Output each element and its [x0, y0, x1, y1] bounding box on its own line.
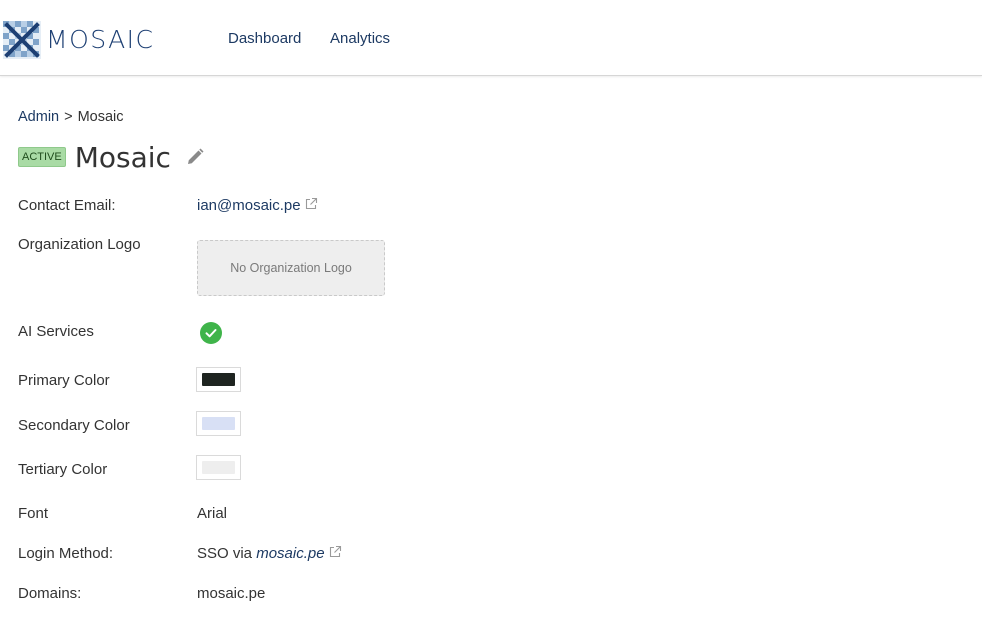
external-link-icon[interactable] — [304, 197, 318, 211]
tertiary-color-fill — [202, 461, 235, 474]
domains-value: mosaic.pe — [197, 585, 266, 602]
pencil-icon[interactable] — [185, 147, 205, 167]
mosaic-logo-icon — [3, 21, 41, 59]
contact-email-link[interactable]: ian@mosaic.pe — [197, 197, 301, 214]
ai-services-label: AI Services — [18, 323, 94, 340]
primary-color-swatch[interactable] — [196, 367, 241, 392]
breadcrumb-admin-link[interactable]: Admin — [18, 109, 59, 125]
login-method-prefix: SSO via — [197, 545, 253, 562]
breadcrumb-separator: > — [64, 109, 73, 125]
login-method-label: Login Method: — [18, 545, 114, 562]
domains-label: Domains: — [18, 585, 82, 602]
nav-analytics[interactable]: Analytics — [330, 30, 390, 47]
organization-logo-label: Organization Logo — [18, 236, 141, 253]
external-link-icon[interactable] — [328, 545, 342, 559]
secondary-color-label: Secondary Color — [18, 417, 130, 434]
nav-dashboard[interactable]: Dashboard — [228, 30, 301, 47]
primary-color-label: Primary Color — [18, 372, 110, 389]
top-navigation-bar: MOSAIC Dashboard Analytics — [0, 0, 982, 76]
page-title: Mosaic — [74, 140, 171, 174]
brand-name: MOSAIC — [46, 25, 155, 54]
primary-color-fill — [202, 373, 235, 386]
contact-email-value: ian@mosaic.pe — [197, 197, 318, 214]
no-logo-text: No Organization Logo — [230, 261, 352, 275]
secondary-color-fill — [202, 417, 235, 430]
font-value: Arial — [197, 505, 228, 522]
tertiary-color-swatch[interactable] — [196, 455, 241, 480]
font-label: Font — [18, 505, 49, 522]
page-header: ACTIVE Mosaic — [18, 140, 205, 174]
organization-logo-placeholder: No Organization Logo — [197, 240, 385, 296]
contact-email-label: Contact Email: — [18, 197, 116, 214]
status-badge: ACTIVE — [18, 147, 66, 167]
tertiary-color-label: Tertiary Color — [18, 461, 108, 478]
login-domain-link[interactable]: mosaic.pe — [256, 545, 324, 562]
secondary-color-swatch[interactable] — [196, 411, 241, 436]
brand-logo[interactable]: MOSAIC — [3, 20, 155, 60]
breadcrumb-current: Mosaic — [77, 109, 124, 125]
breadcrumb: Admin > Mosaic — [18, 109, 124, 125]
login-method-value: SSO via mosaic.pe — [197, 545, 342, 562]
check-circle-icon — [200, 322, 222, 344]
